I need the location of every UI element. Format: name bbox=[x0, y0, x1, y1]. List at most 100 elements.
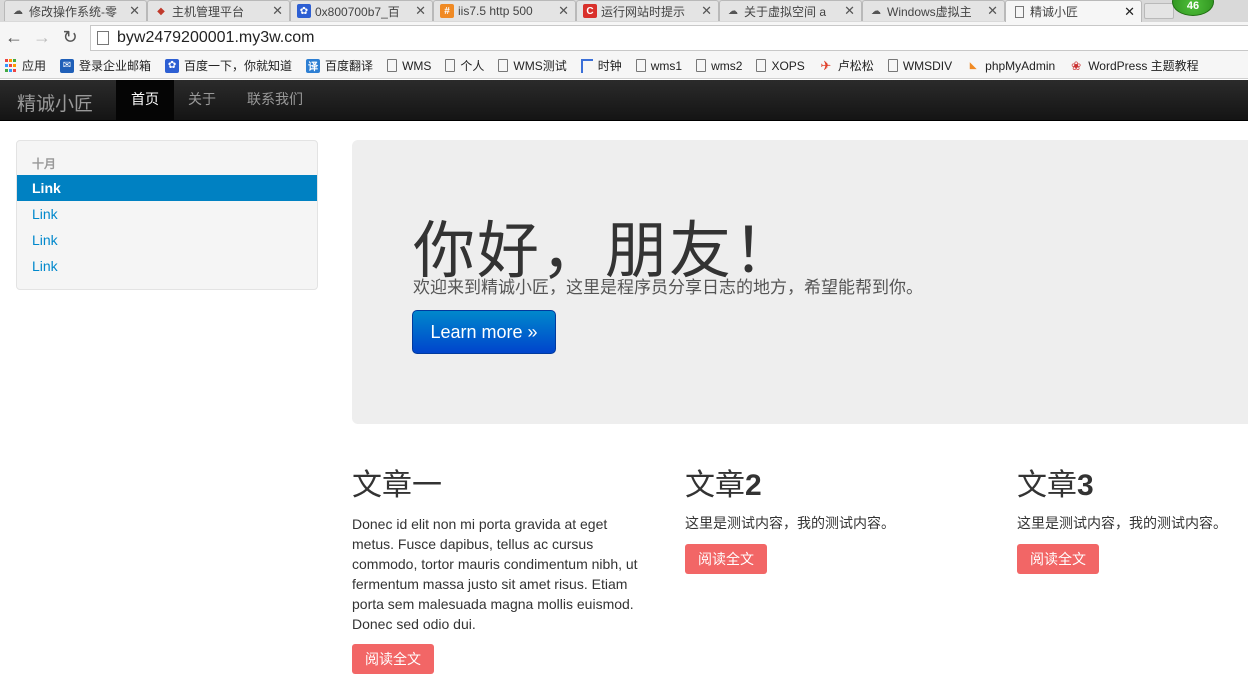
bookmark-label: WMSDIV bbox=[902, 58, 953, 73]
browser-tab[interactable]: ☁ Windows虚拟主 ✕ bbox=[862, 0, 1005, 21]
bookmark-item[interactable]: wms2 bbox=[696, 59, 742, 73]
bookmark-item[interactable]: WMSDIV bbox=[887, 58, 953, 73]
read-more-button[interactable]: 阅读全文 bbox=[352, 644, 434, 674]
browser-toolbar: ← → ↻ byw2479200001.my3w.com bbox=[0, 22, 1248, 53]
close-icon[interactable]: ✕ bbox=[987, 3, 998, 19]
sidebar-link[interactable]: Link bbox=[17, 175, 317, 201]
wp-icon: ❀ bbox=[1071, 58, 1082, 73]
bookmark-item[interactable]: ◣ phpMyAdmin bbox=[966, 58, 1056, 73]
page-icon bbox=[696, 59, 707, 72]
browser-tab[interactable]: ◆ 主机管理平台 ✕ bbox=[147, 0, 290, 21]
browser-tab[interactable]: # iis7.5 http 500 ✕ bbox=[433, 0, 576, 21]
bookmark-item[interactable]: ❀ WordPress 主题教程 bbox=[1069, 57, 1199, 74]
bookmark-label: XOPS bbox=[771, 58, 805, 73]
article-title: 文章一 bbox=[352, 468, 442, 503]
nav-item-home[interactable]: 首页 bbox=[116, 80, 174, 120]
tab-label: 关于虚拟空间 a bbox=[744, 4, 827, 19]
bookmark-item[interactable]: ✉ 登录企业邮箱 bbox=[60, 57, 151, 74]
read-more-button[interactable]: 阅读全文 bbox=[685, 544, 767, 574]
bookmark-item[interactable]: WMS bbox=[387, 59, 431, 73]
tab-label: 主机管理平台 bbox=[172, 4, 245, 19]
sidebar-link[interactable]: Link bbox=[17, 201, 317, 227]
article-body: 这里是测试内容，我的测试内容。 bbox=[1017, 516, 1227, 532]
cloud-icon: ☁ bbox=[871, 5, 881, 17]
bookmark-item[interactable]: 译 百度翻译 bbox=[306, 57, 373, 74]
bookmark-apps[interactable]: 应用 bbox=[3, 57, 46, 74]
forward-arrow-icon[interactable]: → bbox=[32, 27, 52, 47]
sidebar-header: 十月 bbox=[32, 157, 57, 171]
close-icon[interactable]: ✕ bbox=[129, 3, 140, 19]
close-icon[interactable]: ✕ bbox=[701, 3, 712, 19]
cloud-icon: ☁ bbox=[13, 5, 23, 17]
close-icon[interactable]: ✕ bbox=[415, 3, 426, 19]
tab-label: 精诚小匠 bbox=[1030, 5, 1079, 19]
article-card: 文章2 这里是测试内容，我的测试内容。 阅读全文 bbox=[685, 466, 985, 574]
browser-tab-active[interactable]: 精诚小匠 ✕ bbox=[1005, 0, 1142, 22]
sidebar-link[interactable]: Link bbox=[17, 253, 317, 279]
back-arrow-icon[interactable]: ← bbox=[4, 27, 24, 47]
extension-badge[interactable]: 46 bbox=[1172, 0, 1214, 16]
bookmark-item[interactable]: 时钟 bbox=[580, 57, 622, 74]
bird-icon: ✈ bbox=[820, 57, 832, 73]
grid-icon: # bbox=[440, 4, 454, 18]
bookmark-item[interactable]: ✿ 百度一下，你就知道 bbox=[165, 57, 292, 74]
learn-more-button[interactable]: Learn more » bbox=[412, 310, 556, 354]
bookmarks-bar: 应用 ✉ 登录企业邮箱 ✿ 百度一下，你就知道 译 百度翻译 WMS 个人 WM… bbox=[0, 53, 1248, 79]
site-brand[interactable]: 精诚小匠 bbox=[17, 89, 93, 116]
tab-label: 运行网站时提示 bbox=[601, 4, 686, 19]
bookmark-label: 登录企业邮箱 bbox=[79, 59, 152, 73]
nav-item-contact[interactable]: 联系我们 bbox=[232, 80, 318, 120]
close-icon[interactable]: ✕ bbox=[272, 3, 283, 19]
apps-icon bbox=[3, 59, 17, 73]
nav-item-about[interactable]: 关于 bbox=[173, 80, 231, 120]
article-title: 文章3 bbox=[1017, 468, 1094, 503]
diamond-icon: ◆ bbox=[157, 5, 165, 17]
cloud-icon: ☁ bbox=[728, 5, 738, 17]
hero-subtitle: 欢迎来到精诚小匠，这里是程序员分享日志的地方，希望能帮到你。 bbox=[413, 278, 923, 298]
close-icon[interactable]: ✕ bbox=[844, 3, 855, 19]
bookmark-label: 应用 bbox=[22, 59, 47, 73]
bookmark-label: wms1 bbox=[650, 58, 683, 73]
article-card: 文章一 Donec id elit non mi porta gravida a… bbox=[352, 466, 652, 674]
read-more-button[interactable]: 阅读全文 bbox=[1017, 544, 1099, 574]
page-icon bbox=[756, 59, 767, 72]
page-icon bbox=[387, 59, 398, 72]
article-body: 这里是测试内容，我的测试内容。 bbox=[685, 516, 895, 532]
reload-icon[interactable]: ↻ bbox=[60, 27, 80, 47]
browser-tab[interactable]: ✿ 0x800700b7_百 ✕ bbox=[290, 0, 433, 21]
url-text[interactable]: byw2479200001.my3w.com bbox=[117, 29, 314, 47]
article-card: 文章3 这里是测试内容，我的测试内容。 阅读全文 bbox=[1017, 466, 1248, 574]
browser-tab[interactable]: ☁ 关于虚拟空间 a ✕ bbox=[719, 0, 862, 21]
tab-label: 修改操作系统-零 bbox=[29, 4, 117, 19]
bookmark-item[interactable]: ✈ 卢松松 bbox=[819, 57, 874, 74]
tab-label: iis7.5 http 500 bbox=[458, 4, 533, 18]
bookmark-label: 卢松松 bbox=[837, 59, 874, 73]
mail-icon: ✉ bbox=[60, 58, 75, 73]
close-icon[interactable]: ✕ bbox=[1124, 4, 1135, 20]
site-navbar: 精诚小匠 首页 关于 联系我们 bbox=[0, 80, 1248, 121]
bookmark-item[interactable]: wms1 bbox=[635, 58, 683, 73]
bookmark-item[interactable]: XOPS bbox=[756, 58, 805, 73]
sidebar-link[interactable]: Link bbox=[17, 227, 317, 253]
translate-icon: 译 bbox=[306, 58, 321, 73]
browser-tab-strip: ☁ 修改操作系统-零 ✕ ◆ 主机管理平台 ✕ ✿ 0x800700b7_百 ✕… bbox=[0, 0, 1248, 22]
new-tab-button[interactable] bbox=[1144, 3, 1174, 19]
sidebar-nav: 十月 Link Link Link Link bbox=[16, 140, 318, 290]
bookmark-label: WordPress 主题教程 bbox=[1088, 59, 1199, 73]
pma-icon: ◣ bbox=[969, 60, 977, 70]
bookmark-item[interactable]: WMS测试 bbox=[498, 57, 567, 74]
bookmark-item[interactable]: 个人 bbox=[445, 57, 484, 74]
bookmark-label: WMS测试 bbox=[513, 59, 567, 73]
browser-tab[interactable]: ☁ 修改操作系统-零 ✕ bbox=[4, 0, 147, 21]
bookmark-label: WMS bbox=[402, 58, 432, 73]
article-body: Donec id elit non mi porta gravida at eg… bbox=[352, 516, 638, 632]
page-icon bbox=[97, 31, 109, 45]
browser-tab[interactable]: C 运行网站时提示 ✕ bbox=[576, 0, 719, 21]
tab-label: Windows虚拟主 bbox=[887, 4, 972, 19]
close-icon[interactable]: ✕ bbox=[558, 3, 569, 19]
bookmark-label: phpMyAdmin bbox=[985, 58, 1056, 73]
bookmark-label: wms2 bbox=[711, 58, 743, 73]
tab-label: 0x800700b7_百 bbox=[315, 4, 400, 19]
address-bar[interactable]: byw2479200001.my3w.com bbox=[90, 25, 1248, 51]
c-icon: C bbox=[583, 4, 597, 18]
